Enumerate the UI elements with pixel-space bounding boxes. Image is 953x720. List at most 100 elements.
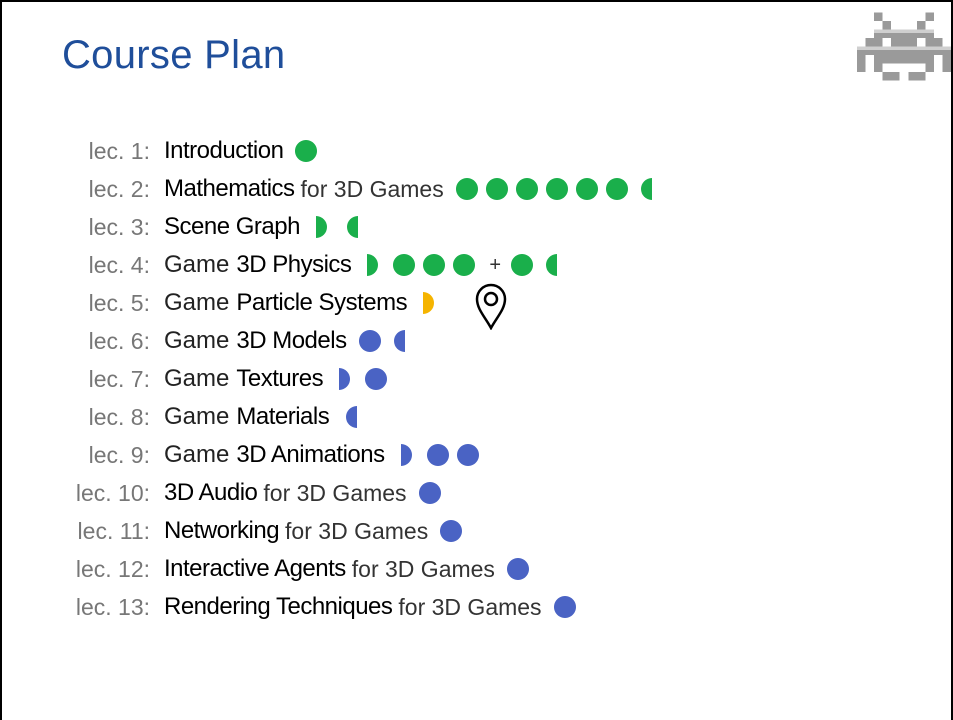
progress-marks xyxy=(417,291,447,315)
lecture-row: lec. 3: Scene Graph xyxy=(2,208,370,246)
left-dot-icon xyxy=(346,216,358,238)
full-dot-icon xyxy=(605,178,628,200)
lecture-number: lec. 5: xyxy=(88,289,150,316)
lecture-title: Game 3D Animations xyxy=(164,441,385,469)
lecture-row: lec. 10: 3D Audio for 3D Games xyxy=(2,474,447,512)
lecture-row: lec. 4: Game 3D Physics + xyxy=(2,246,569,284)
lecture-title: Mathematics for 3D Games xyxy=(164,175,444,203)
lecture-topic: 3D Physics xyxy=(236,251,352,278)
lecture-topic: 3D Models xyxy=(236,327,347,354)
left-dot-icon xyxy=(393,330,405,352)
location-pin-icon[interactable] xyxy=(474,282,508,330)
lecture-title: Game Materials xyxy=(164,403,330,431)
plus-sign: + xyxy=(489,253,502,276)
space-invader-icon xyxy=(857,12,951,81)
lecture-row: lec. 11: Networking for 3D Games xyxy=(2,512,468,550)
lecture-topic: Introduction xyxy=(164,137,284,164)
full-dot-icon xyxy=(365,368,388,390)
lecture-topic: Materials xyxy=(236,403,330,430)
lecture-title: Game Particle Systems xyxy=(164,289,408,317)
lecture-suffix: for 3D Games xyxy=(263,479,407,506)
progress-marks xyxy=(310,215,370,239)
full-dot-icon xyxy=(506,558,529,580)
full-dot-icon xyxy=(515,178,538,200)
page-title: Course Plan xyxy=(62,33,286,77)
lecture-prefix: Game xyxy=(164,327,230,354)
lecture-title: Game Textures xyxy=(164,365,324,393)
full-dot-icon xyxy=(485,178,508,200)
lecture-title: Game 3D Models xyxy=(164,327,347,355)
lecture-topic: Scene Graph xyxy=(164,213,300,240)
lecture-suffix: for 3D Games xyxy=(300,175,444,202)
slide: Course Plan lec. 1: Introduction lec. 2: Ma… xyxy=(0,0,953,720)
lecture-title: Scene Graph xyxy=(164,213,300,241)
full-dot-icon xyxy=(553,596,576,618)
left-dot-icon xyxy=(346,406,358,428)
lecture-topic: Textures xyxy=(236,365,324,392)
right-dot-icon xyxy=(315,216,327,238)
progress-marks xyxy=(552,595,582,619)
full-dot-icon xyxy=(358,330,381,352)
lecture-number: lec. 3: xyxy=(88,213,150,240)
lecture-number: lec. 8: xyxy=(88,403,150,430)
full-dot-icon xyxy=(575,178,598,200)
lecture-topic: Rendering Techniques xyxy=(164,593,393,620)
lecture-row: lec. 9: Game 3D Animations xyxy=(2,436,485,474)
progress-marks xyxy=(505,557,535,581)
lecture-prefix: Game xyxy=(164,403,230,430)
lecture-topic: Networking xyxy=(164,517,280,544)
progress-marks xyxy=(454,177,664,201)
lecture-title: Networking for 3D Games xyxy=(164,517,428,545)
lecture-prefix: Game xyxy=(164,289,230,316)
lecture-row: lec. 1: Introduction xyxy=(2,132,323,170)
right-dot-icon xyxy=(339,368,351,390)
lecture-number: lec. 1: xyxy=(88,137,150,164)
lecture-number: lec. 10: xyxy=(75,479,150,506)
lecture-row: lec. 6: Game 3D Models xyxy=(2,322,417,360)
lecture-row: lec. 5: Game Particle Systems xyxy=(2,284,447,322)
lecture-prefix: Game xyxy=(164,365,230,392)
progress-marks xyxy=(357,329,417,353)
lecture-suffix: for 3D Games xyxy=(285,517,429,544)
lecture-number: lec. 4: xyxy=(88,251,150,278)
progress-marks xyxy=(333,367,393,391)
lecture-title: Game 3D Physics xyxy=(164,251,352,279)
progress-marks xyxy=(395,443,485,467)
full-dot-icon xyxy=(455,178,478,200)
progress-marks xyxy=(417,481,447,505)
full-dot-icon xyxy=(511,254,534,276)
lecture-suffix: for 3D Games xyxy=(351,555,495,582)
left-dot-icon xyxy=(640,178,652,200)
progress-marks xyxy=(438,519,468,543)
right-dot-icon xyxy=(400,444,412,466)
lecture-title: Interactive Agents for 3D Games xyxy=(164,555,495,583)
right-dot-icon xyxy=(367,254,379,276)
lecture-title: Rendering Techniques for 3D Games xyxy=(164,593,542,621)
lecture-topic: Particle Systems xyxy=(236,289,408,316)
lecture-title: 3D Audio for 3D Games xyxy=(164,479,407,507)
full-dot-icon xyxy=(393,254,416,276)
full-dot-icon xyxy=(440,520,463,542)
progress-marks: + xyxy=(361,253,569,277)
lecture-number: lec. 9: xyxy=(88,441,150,468)
lecture-topic: 3D Animations xyxy=(236,441,385,468)
lecture-suffix: for 3D Games xyxy=(398,593,542,620)
lecture-number: lec. 6: xyxy=(88,327,150,354)
full-dot-icon xyxy=(456,444,479,466)
full-dot-icon xyxy=(423,254,446,276)
lecture-row: lec. 8: Game Materials xyxy=(2,398,369,436)
progress-marks xyxy=(339,405,369,429)
lecture-prefix: Game xyxy=(164,251,230,278)
lecture-number: lec. 11: xyxy=(77,517,150,544)
left-dot-icon xyxy=(546,254,558,276)
lecture-topic: Interactive Agents xyxy=(164,555,346,582)
lecture-number: lec. 2: xyxy=(88,175,150,202)
lecture-row: lec. 7: Game Textures xyxy=(2,360,393,398)
full-dot-icon xyxy=(418,482,441,504)
full-dot-icon xyxy=(426,444,449,466)
lecture-row: lec. 2: Mathematics for 3D Games xyxy=(2,170,664,208)
lecture-topic: 3D Audio xyxy=(164,479,258,506)
progress-marks xyxy=(293,139,323,163)
full-dot-icon xyxy=(545,178,568,200)
lecture-number: lec. 7: xyxy=(88,365,150,392)
